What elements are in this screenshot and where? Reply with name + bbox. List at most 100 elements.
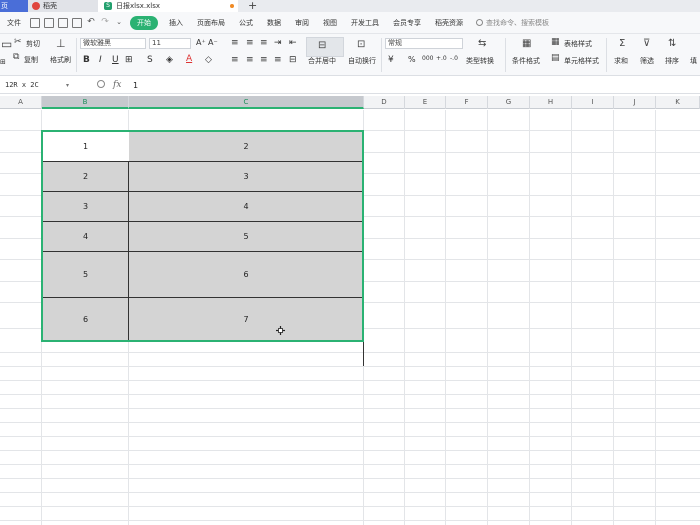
bold-icon[interactable]: B — [83, 55, 90, 65]
tab-workbook[interactable]: S 日报xlsx.xlsx — [98, 0, 238, 12]
fill-color-icon[interactable]: ◈ — [166, 55, 173, 65]
strikethrough-icon[interactable]: S — [147, 55, 153, 65]
decrease-decimal-icon[interactable]: -.0 — [450, 55, 458, 62]
font-size-select[interactable]: 11 — [149, 38, 191, 49]
column-header-e[interactable]: E — [405, 96, 446, 109]
merge-center-button[interactable]: 合并居中 — [308, 56, 336, 66]
cell-b5[interactable]: 5 — [42, 251, 129, 297]
cell-c3[interactable]: 4 — [129, 191, 363, 221]
cell-c4[interactable]: 5 — [129, 221, 363, 251]
cell-style-icon[interactable]: ▤ — [551, 53, 560, 63]
tab-docer[interactable]: 稻壳 — [28, 0, 98, 12]
cell-b2[interactable]: 2 — [42, 161, 129, 191]
paste-button[interactable]: ⊞ — [0, 58, 6, 66]
wrap-text-icon[interactable]: ⊡ — [357, 39, 365, 50]
indent-icon[interactable]: ⇥ — [274, 38, 282, 48]
currency-icon[interactable]: ¥ — [388, 55, 394, 65]
command-search[interactable]: 查找命令、搜索模板 — [476, 18, 549, 28]
filter-icon[interactable]: ⊽ — [643, 38, 650, 49]
align-bottom-icon[interactable]: ≡ — [260, 38, 268, 48]
align-center-icon[interactable]: ≡ — [246, 55, 254, 65]
column-header-g[interactable]: G — [488, 96, 530, 109]
italic-icon[interactable]: I — [99, 55, 102, 65]
zoom-lookup-icon[interactable] — [97, 80, 105, 88]
fill-button[interactable]: 填 — [690, 56, 697, 66]
column-header-h[interactable]: H — [530, 96, 572, 109]
cell-b1[interactable]: 1 — [42, 131, 129, 161]
align-left-icon[interactable]: ≡ — [231, 55, 239, 65]
copy-button[interactable]: 复制 — [24, 55, 38, 65]
type-convert-icon[interactable]: ⇆ — [478, 38, 486, 49]
undo-icon[interactable]: ↶ — [86, 17, 96, 28]
wrap-text-button[interactable]: 自动换行 — [348, 56, 376, 66]
fx-icon[interactable]: fx — [113, 77, 121, 94]
sum-button[interactable]: 求和 — [614, 56, 628, 66]
new-tab-plus-icon[interactable]: + — [248, 0, 257, 12]
formula-input[interactable]: 1 — [133, 77, 138, 94]
menu-formulas[interactable]: 公式 — [232, 18, 260, 28]
type-convert-button[interactable]: 类型转换 — [466, 56, 494, 66]
cell-b6[interactable]: 6 — [42, 297, 129, 341]
menu-file[interactable]: 文件 — [0, 18, 28, 28]
column-header-i[interactable]: I — [572, 96, 614, 109]
border-icon[interactable]: ⊞ — [125, 55, 133, 65]
sort-button[interactable]: 排序 — [665, 56, 679, 66]
column-header-a[interactable]: A — [0, 96, 42, 109]
copy-icon[interactable]: ⧉ — [13, 52, 19, 62]
print-preview-icon[interactable] — [72, 17, 82, 28]
paste-icon[interactable]: ▭ — [1, 37, 12, 51]
name-box-dropdown-icon[interactable]: ▾ — [66, 78, 69, 93]
cell-c2[interactable]: 3 — [129, 161, 363, 191]
sum-icon[interactable]: Σ — [619, 38, 625, 49]
justify-icon[interactable]: ≡ — [274, 55, 282, 65]
column-header-j[interactable]: J — [614, 96, 656, 109]
cell-b3[interactable]: 3 — [42, 191, 129, 221]
table-style-icon[interactable]: ▦ — [551, 37, 560, 47]
menu-review[interactable]: 审阅 — [288, 18, 316, 28]
print-icon[interactable] — [58, 17, 68, 28]
scissors-icon[interactable]: ✂ — [14, 37, 22, 47]
merge-cells-icon[interactable]: ⊟ — [318, 40, 326, 51]
column-header-f[interactable]: F — [446, 96, 488, 109]
sort-icon[interactable]: ⇅ — [668, 38, 676, 49]
open-file-icon[interactable] — [30, 17, 40, 28]
table-style-button[interactable]: 表格样式 — [564, 39, 592, 49]
save-icon[interactable] — [44, 17, 54, 28]
underline-icon[interactable]: U — [112, 55, 119, 65]
align-top-icon[interactable]: ≡ — [231, 38, 239, 48]
number-format-select[interactable]: 常规 — [385, 38, 463, 49]
align-middle-icon[interactable]: ≡ — [246, 38, 254, 48]
cell-c5[interactable]: 6 — [129, 251, 363, 297]
filter-button[interactable]: 筛选 — [640, 56, 654, 66]
column-header-k[interactable]: K — [656, 96, 700, 109]
clear-format-icon[interactable]: ◇ — [205, 55, 212, 65]
distribute-icon[interactable]: ⊟ — [289, 55, 297, 65]
conditional-format-icon[interactable]: ▦ — [522, 38, 531, 49]
menu-developer[interactable]: 开发工具 — [344, 18, 386, 28]
menu-member[interactable]: 会员专享 — [386, 18, 428, 28]
menu-docer-resources[interactable]: 稻壳资源 — [428, 18, 470, 28]
conditional-format-button[interactable]: 条件格式 — [512, 56, 540, 66]
cell-b4[interactable]: 4 — [42, 221, 129, 251]
cell-c1[interactable]: 2 — [129, 131, 363, 161]
percent-icon[interactable]: % — [408, 55, 416, 64]
cell-c6[interactable]: 7 — [129, 297, 363, 341]
column-header-d[interactable]: D — [364, 96, 405, 109]
customize-chevron-icon[interactable]: ⌄ — [114, 18, 124, 28]
menu-home[interactable]: 开始 — [130, 15, 158, 30]
increase-decimal-icon[interactable]: +.0 — [436, 55, 447, 62]
menu-data[interactable]: 数据 — [260, 18, 288, 28]
menu-insert[interactable]: 插入 — [162, 18, 190, 28]
font-color-icon[interactable]: A — [186, 54, 192, 64]
redo-icon[interactable]: ↷ — [100, 17, 110, 28]
cell-style-button[interactable]: 单元格样式 — [564, 56, 599, 66]
outdent-icon[interactable]: ⇤ — [289, 38, 297, 48]
column-header-c[interactable]: C — [129, 96, 364, 109]
font-name-select[interactable]: 微软雅黑 — [80, 38, 146, 49]
menu-view[interactable]: 视图 — [316, 18, 344, 28]
decrease-font-icon[interactable]: A⁻ — [208, 38, 218, 47]
format-painter-button[interactable]: 格式刷 — [50, 55, 71, 65]
increase-font-icon[interactable]: A⁺ — [196, 38, 206, 47]
thousands-icon[interactable]: 000 — [422, 55, 433, 62]
format-painter-icon[interactable]: ⊥ — [56, 37, 66, 50]
